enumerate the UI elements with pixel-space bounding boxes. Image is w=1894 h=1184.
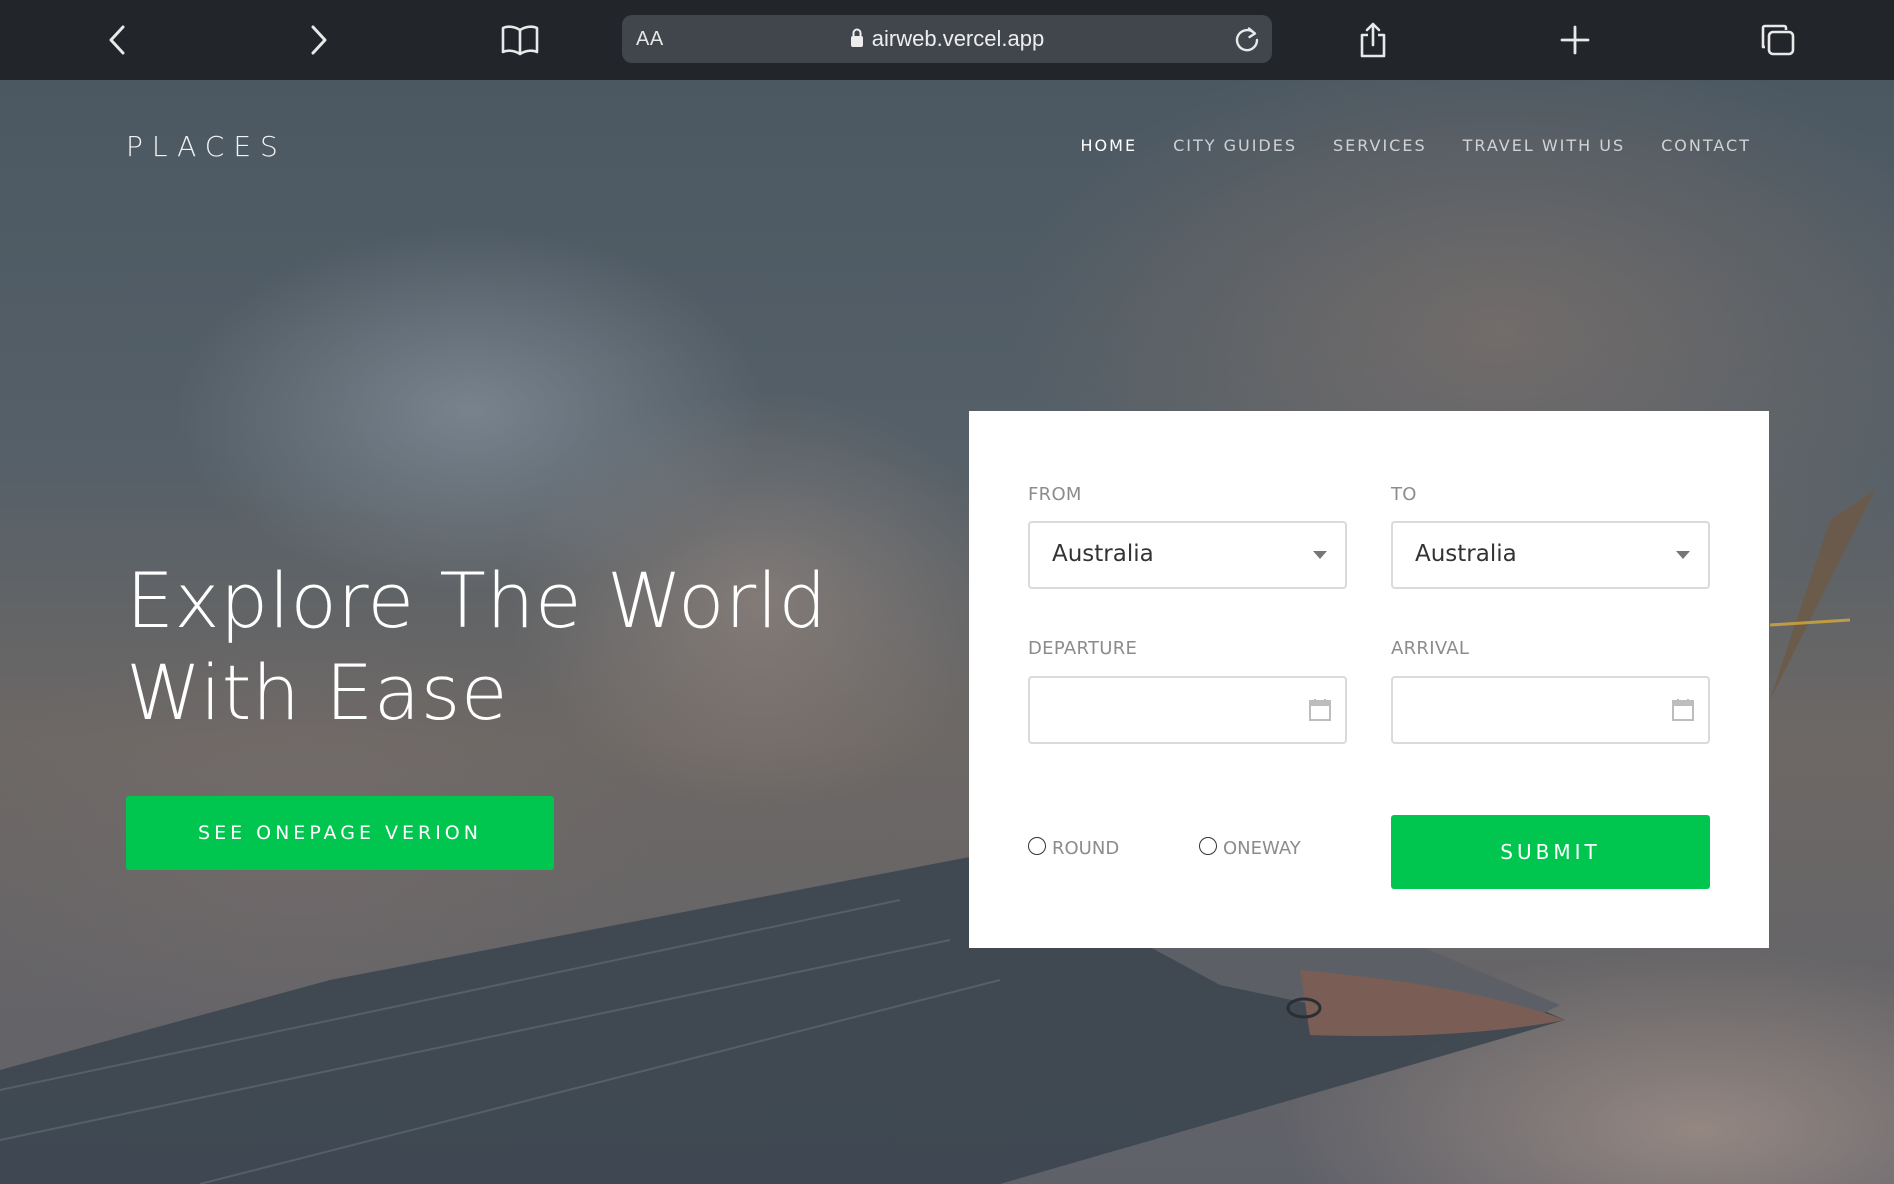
see-onepage-button[interactable]: SEE ONEPAGE VERION	[126, 796, 554, 870]
tabs-icon	[1761, 24, 1795, 56]
headline-line-1: Explore The World	[126, 556, 828, 645]
hero-headline: Explore The World With Ease	[126, 555, 827, 739]
bookmarks-icon	[501, 25, 539, 56]
browser-toolbar: AA airweb.vercel.app	[0, 0, 1894, 80]
radio-circle[interactable]	[1199, 836, 1217, 855]
tabs-overview-button[interactable]	[1752, 14, 1804, 66]
nav-services[interactable]: SERVICES	[1333, 136, 1427, 155]
nav-city-guides[interactable]: CITY GUIDES	[1173, 136, 1297, 155]
flight-search-form: FROM Australia TO Australia DEPARTURE AR…	[969, 411, 1769, 948]
reload-button[interactable]	[1230, 23, 1264, 57]
address-bar[interactable]: AA airweb.vercel.app	[622, 15, 1272, 63]
share-icon	[1360, 22, 1386, 58]
headline-line-2: With Ease	[126, 648, 509, 737]
nav-home[interactable]: HOME	[1081, 136, 1138, 155]
calendar-icon[interactable]	[1672, 698, 1694, 726]
round-trip-radio[interactable]: ROUND	[1028, 836, 1120, 859]
share-button[interactable]	[1347, 14, 1399, 66]
chevron-down-icon	[1676, 551, 1690, 559]
arrival-date-field[interactable]	[1391, 676, 1710, 744]
new-tab-icon	[1560, 25, 1590, 55]
submit-button[interactable]: SUBMIT	[1391, 815, 1710, 889]
chevron-down-icon	[1313, 551, 1327, 559]
new-tab-button[interactable]	[1549, 14, 1601, 66]
back-button[interactable]	[92, 14, 144, 66]
nav-travel-with-us[interactable]: TRAVEL WITH US	[1463, 136, 1626, 155]
arrival-label: ARRIVAL	[1391, 638, 1470, 659]
main-nav: HOME CITY GUIDES SERVICES TRAVEL WITH US…	[1045, 136, 1751, 155]
forward-icon	[311, 25, 327, 55]
oneway-radio[interactable]: ONEWAY	[1199, 836, 1301, 859]
to-select[interactable]: Australia	[1391, 521, 1710, 589]
to-value: Australia	[1415, 541, 1517, 567]
url-text: airweb.vercel.app	[871, 26, 1045, 51]
reload-icon	[1235, 27, 1259, 52]
from-label: FROM	[1028, 484, 1082, 505]
from-value: Australia	[1052, 541, 1154, 567]
from-select[interactable]: Australia	[1028, 521, 1347, 589]
radio-circle[interactable]	[1028, 836, 1046, 855]
departure-label: DEPARTURE	[1028, 638, 1138, 659]
lock-icon	[850, 28, 864, 54]
hero-section: PLACES HOME CITY GUIDES SERVICES TRAVEL …	[0, 80, 1894, 1184]
bookmarks-button[interactable]	[494, 14, 546, 66]
oneway-label: ONEWAY	[1223, 838, 1301, 859]
site-logo[interactable]: PLACES	[126, 130, 287, 163]
to-label: TO	[1391, 484, 1417, 505]
forward-button[interactable]	[292, 14, 344, 66]
calendar-icon[interactable]	[1309, 698, 1331, 726]
departure-date-field[interactable]	[1028, 676, 1347, 744]
nav-contact[interactable]: CONTACT	[1661, 136, 1751, 155]
round-trip-label: ROUND	[1052, 838, 1120, 859]
back-icon	[109, 25, 125, 55]
